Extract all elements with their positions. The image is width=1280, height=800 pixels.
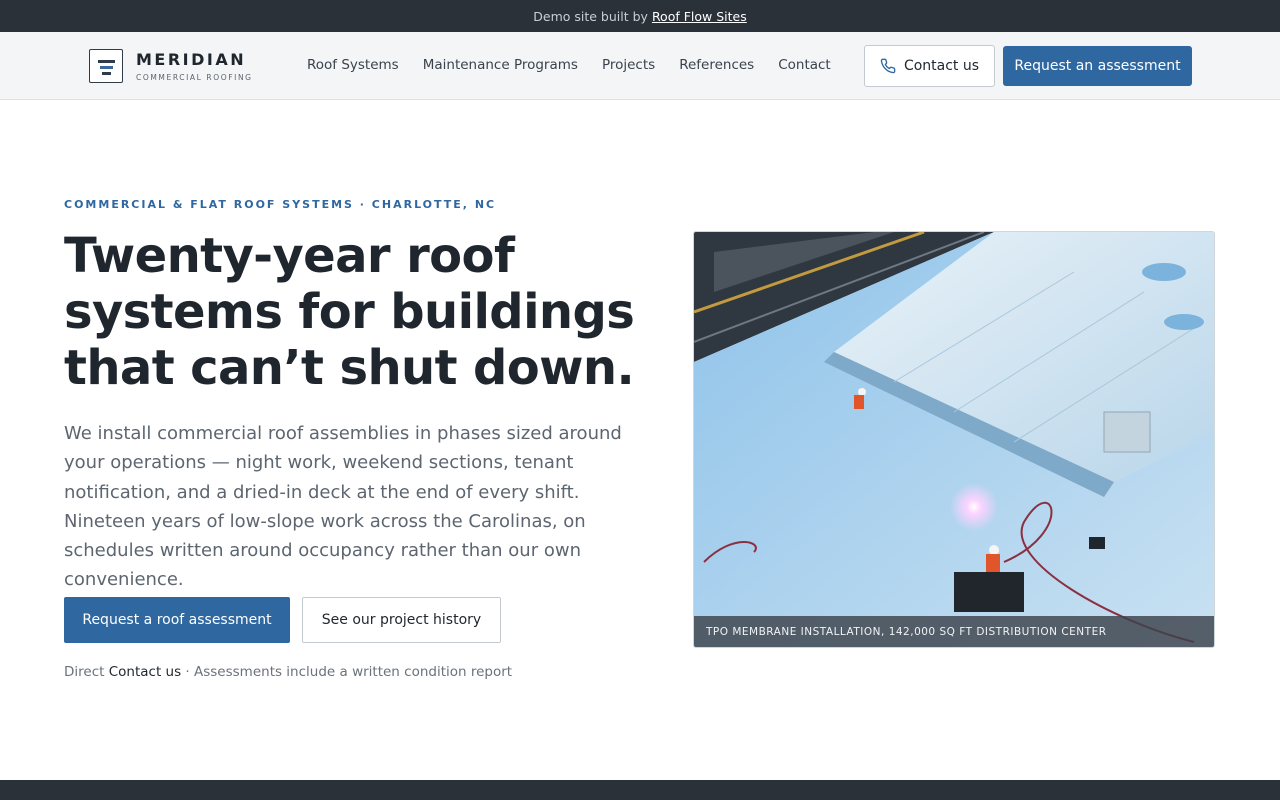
request-roof-assessment-button[interactable]: Request a roof assessment: [64, 597, 290, 643]
hero-note: Direct Contact us · Assessments include …: [64, 664, 512, 680]
nav-item-references[interactable]: References: [679, 57, 754, 73]
hero-eyebrow: COMMERCIAL & FLAT ROOF SYSTEMS · CHARLOT…: [64, 198, 497, 211]
nav-item-contact[interactable]: Contact: [778, 57, 831, 73]
note-contact-link[interactable]: Contact us: [109, 664, 181, 680]
hero-lede: We install commercial roof assemblies in…: [64, 423, 622, 591]
roof-photo-illustration: [694, 232, 1214, 647]
nav-item-maintenance-programs[interactable]: Maintenance Programs: [423, 57, 578, 73]
request-assessment-button[interactable]: Request an assessment: [1003, 46, 1192, 86]
footer-band: [0, 780, 1280, 800]
main-nav: Roof Systems Maintenance Programs Projec…: [307, 57, 855, 73]
contact-us-button[interactable]: Contact us: [864, 45, 995, 87]
demo-banner-link[interactable]: Roof Flow Sites: [652, 9, 747, 24]
brand-name: MERIDIAN: [136, 49, 247, 69]
demo-banner: Demo site built by Roof Flow Sites: [0, 0, 1280, 32]
nav-item-roof-systems[interactable]: Roof Systems: [307, 57, 399, 73]
site-header: MERIDIAN COMMERCIAL ROOFING Roof Systems…: [0, 32, 1280, 100]
contact-us-label: Contact us: [903, 58, 980, 74]
note-prefix: Direct: [64, 664, 105, 680]
nav-item-projects[interactable]: Projects: [602, 57, 655, 73]
project-history-button[interactable]: See our project history: [302, 597, 501, 643]
hero-image: TPO MEMBRANE INSTALLATION, 142,000 SQ FT…: [693, 231, 1215, 648]
image-caption: TPO MEMBRANE INSTALLATION, 142,000 SQ FT…: [694, 616, 1214, 647]
brand-tagline: COMMERCIAL ROOFING: [136, 72, 253, 82]
hero-headline: Twenty-year roof systems for buildings t…: [64, 228, 635, 396]
phone-icon: [880, 58, 896, 74]
demo-banner-text: Demo site built by: [533, 8, 648, 24]
logo-icon: [89, 49, 123, 83]
brand-logo[interactable]: MERIDIAN COMMERCIAL ROOFING: [89, 49, 253, 83]
note-suffix: · Assessments include a written conditio…: [185, 664, 513, 680]
